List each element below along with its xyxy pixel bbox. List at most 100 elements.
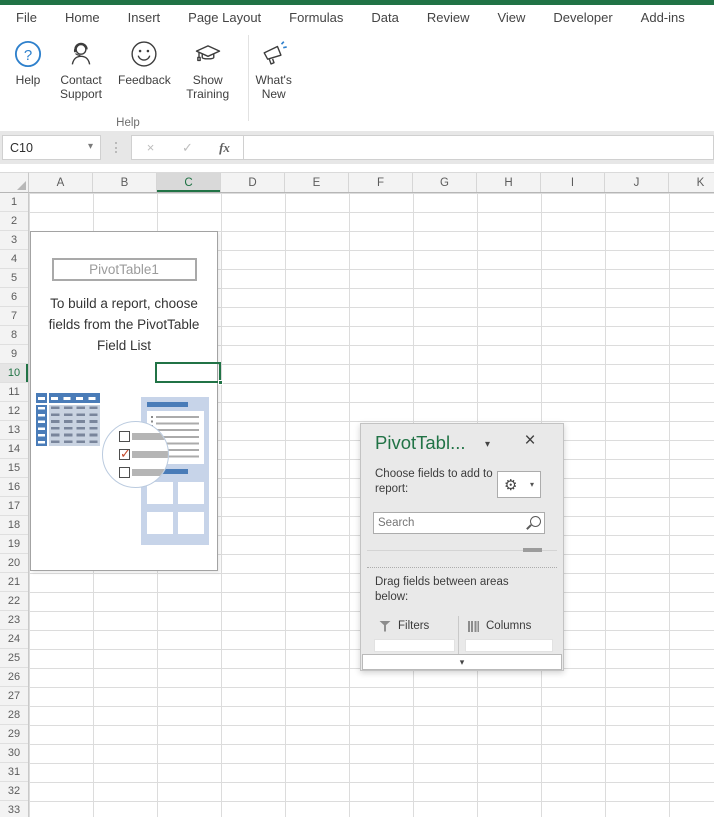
gear-dropdown-caret-icon: ▾ <box>529 480 534 489</box>
row-header[interactable]: 5 <box>0 269 28 288</box>
row-header[interactable]: 20 <box>0 554 28 573</box>
contact-support-icon <box>66 39 96 69</box>
checkbox-row-bar <box>132 433 168 440</box>
row-header[interactable]: 31 <box>0 763 28 782</box>
row-header[interactable]: 33 <box>0 801 28 817</box>
row-header[interactable]: 4 <box>0 250 28 269</box>
column-header[interactable]: J <box>605 173 669 192</box>
checkbox-unchecked-icon <box>119 431 130 442</box>
row-header[interactable]: 3 <box>0 231 28 250</box>
table-graphic-corner <box>36 393 47 403</box>
row-header[interactable]: 6 <box>0 288 28 307</box>
enter-icon[interactable]: ✓ <box>169 140 206 156</box>
row-header[interactable]: 29 <box>0 725 28 744</box>
pivottable-fields-pane: PivotTabl... ▾ × Choose fields to add to… <box>360 423 564 671</box>
row-header[interactable]: 15 <box>0 459 28 478</box>
row-header[interactable]: 11 <box>0 383 28 402</box>
row-header[interactable]: 26 <box>0 668 28 687</box>
row-header[interactable]: 9 <box>0 345 28 364</box>
column-header[interactable]: F <box>349 173 413 192</box>
formula-bar-grip-dots[interactable] <box>101 142 131 153</box>
ribbon-tab[interactable]: Home <box>51 5 114 31</box>
help-button[interactable]: ? Help <box>8 37 48 89</box>
name-box[interactable]: C10 ▾ <box>2 135 101 160</box>
select-all-button[interactable] <box>0 172 29 193</box>
pane-splitter-grip[interactable] <box>523 548 542 552</box>
columns-icon <box>468 620 479 632</box>
row-header[interactable]: 19 <box>0 535 28 554</box>
row-header[interactable]: 21 <box>0 573 28 592</box>
row-header[interactable]: 25 <box>0 649 28 668</box>
column-header[interactable]: I <box>541 173 605 192</box>
column-header[interactable]: H <box>477 173 541 192</box>
filter-icon <box>379 620 391 632</box>
row-header[interactable]: 7 <box>0 307 28 326</box>
ribbon-tab[interactable]: Insert <box>114 5 175 31</box>
row-header[interactable]: 2 <box>0 212 28 231</box>
show-training-button-label: Show Training <box>186 73 230 101</box>
row-header[interactable]: 18 <box>0 516 28 535</box>
row-header[interactable]: 17 <box>0 497 28 516</box>
row-header[interactable]: 13 <box>0 421 28 440</box>
column-header[interactable]: B <box>93 173 157 192</box>
formula-bar-input[interactable] <box>244 135 714 160</box>
row-header[interactable]: 27 <box>0 687 28 706</box>
row-header[interactable]: 32 <box>0 782 28 801</box>
pivot-table-message: To build a report, choose fields from th… <box>48 296 200 353</box>
feedback-button[interactable]: Feedback <box>114 37 175 89</box>
row-header[interactable]: 24 <box>0 630 28 649</box>
whats-new-button[interactable]: What's New <box>241 37 307 103</box>
field-list-graphic-area-box <box>178 482 204 504</box>
ribbon-tab[interactable]: Page Layout <box>174 5 275 31</box>
search-input[interactable] <box>373 512 545 534</box>
row-header[interactable]: 12 <box>0 402 28 421</box>
row-header[interactable]: 22 <box>0 592 28 611</box>
ribbon-tab[interactable]: File <box>2 5 51 31</box>
column-header[interactable]: D <box>221 173 285 192</box>
tools-button[interactable]: ⚙ ▾ <box>497 471 541 498</box>
data-table-graphic <box>36 393 100 446</box>
column-header[interactable]: A <box>29 173 93 192</box>
areas-divider <box>458 616 459 656</box>
collapse-caret-icon: ▾ <box>459 656 465 667</box>
checkbox-checked-icon: ✓ <box>119 446 131 461</box>
filters-label: Filters <box>398 620 430 632</box>
ribbon-tab[interactable]: Add-ins <box>627 5 699 31</box>
pane-close-icon[interactable]: × <box>519 430 541 452</box>
fill-handle[interactable] <box>218 380 223 385</box>
column-header[interactable]: K <box>669 173 714 192</box>
pane-options-caret-icon[interactable]: ▾ <box>485 439 490 450</box>
pane-dotted-separator <box>367 567 557 568</box>
contact-support-button[interactable]: Contact Support <box>48 37 114 103</box>
row-header[interactable]: 28 <box>0 706 28 725</box>
ribbon-tab[interactable]: View <box>483 5 539 31</box>
feedback-icon <box>129 39 159 69</box>
column-header[interactable]: E <box>285 173 349 192</box>
ribbon-tab[interactable]: Formulas <box>275 5 357 31</box>
row-header[interactable]: 1 <box>0 193 28 212</box>
field-list-graphic-title-bar <box>147 402 188 407</box>
row-header[interactable]: 8 <box>0 326 28 345</box>
selected-cell-c10[interactable] <box>155 362 223 385</box>
column-header[interactable]: C <box>157 173 221 192</box>
row-header[interactable]: 16 <box>0 478 28 497</box>
name-box-dropdown-icon[interactable]: ▾ <box>88 141 93 152</box>
row-header[interactable]: 14 <box>0 440 28 459</box>
search-icon[interactable] <box>527 516 541 530</box>
columns-drop-well[interactable] <box>465 639 553 652</box>
insert-function-icon[interactable]: fx <box>206 140 243 156</box>
column-header[interactable]: G <box>413 173 477 192</box>
cancel-icon[interactable]: × <box>132 140 169 155</box>
row-header[interactable]: 10 <box>0 364 28 383</box>
drag-hint-text: Drag fields between areas below: <box>375 576 509 603</box>
show-training-button[interactable]: Show Training <box>175 37 241 103</box>
row-header[interactable]: 23 <box>0 611 28 630</box>
row-header[interactable]: 30 <box>0 744 28 763</box>
checkbox-circle-graphic: ✓ <box>102 421 169 488</box>
ribbon-tab[interactable]: Review <box>413 5 484 31</box>
filters-drop-well[interactable] <box>374 639 455 652</box>
pivot-table-placeholder[interactable]: PivotTable1 To build a report, choose fi… <box>30 231 218 571</box>
pane-collapse-bar[interactable]: ▾ <box>362 654 562 670</box>
ribbon-tab[interactable]: Data <box>357 5 412 31</box>
ribbon-tab[interactable]: Developer <box>539 5 626 31</box>
